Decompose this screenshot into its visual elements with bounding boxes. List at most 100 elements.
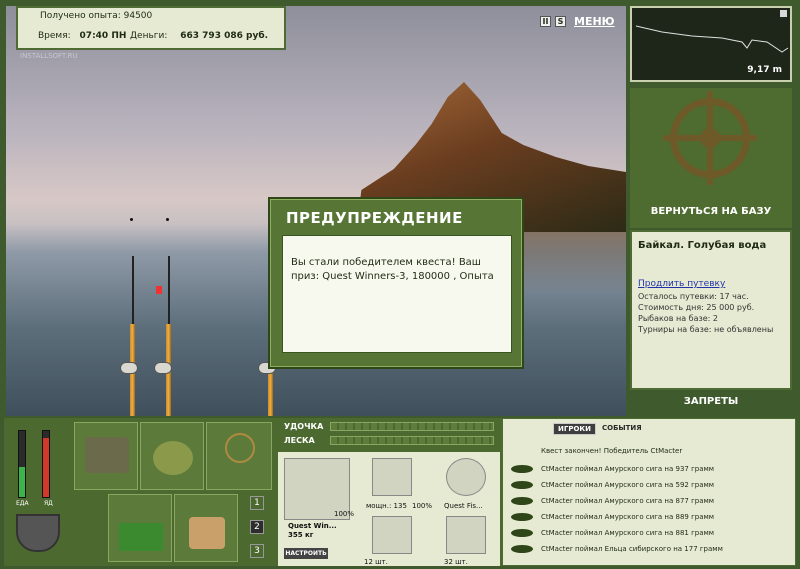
tackle-box-icon	[85, 437, 129, 473]
bucket-icon	[189, 517, 225, 549]
tournaments-status: Турниры на базе: не объявлены	[638, 325, 774, 334]
configure-button[interactable]: НАСТРОИТЬ	[284, 548, 328, 559]
time-row: Время: 07:40 ПН	[38, 31, 126, 41]
events-tabs: ИГРОКИ СОБЫТИЯ	[553, 423, 646, 435]
fish-icon	[511, 465, 533, 473]
return-to-base-button[interactable]: ВЕРНУТЬСЯ НА БАЗУ	[630, 206, 792, 217]
fish-icon	[511, 513, 533, 521]
quest-finished-message: Квест закончен! Победитель CtMacter	[541, 447, 683, 455]
slot-tab-3[interactable]: 3	[250, 544, 264, 558]
food-meter-fill	[19, 467, 25, 497]
location-info: Байкал. Голубая вода Продлить путевку Ос…	[630, 230, 792, 390]
feed-row: CtMacter поймал Амурского сига на 592 гр…	[507, 477, 793, 493]
rod-1-tip	[132, 256, 134, 326]
top-controls: II S МЕНЮ	[540, 15, 615, 28]
depth-graph: 9,17 m	[630, 6, 792, 82]
slot-tab-2[interactable]: 2	[250, 520, 264, 534]
line-name: Quest Fis...	[444, 502, 483, 510]
line-gauge-label: ЛЕСКА	[284, 436, 315, 445]
depth-value: 9,17 m	[747, 65, 782, 75]
pause-icon[interactable]: II	[540, 16, 551, 27]
right-panel: 9,17 m ВЕРНУТЬСЯ НА БАЗУ Байкал. Голубая…	[628, 6, 794, 416]
bag-icon	[153, 441, 193, 475]
food-meter	[18, 430, 26, 498]
reel-icon[interactable]	[372, 458, 412, 496]
feed-row: CtMacter поймал Амурского сига на 937 гр…	[507, 461, 793, 477]
feed-text: CtMacter поймал Амурского сига на 881 гр…	[541, 529, 715, 537]
experience-value: 94500	[123, 11, 153, 21]
rod-2-tip	[168, 256, 170, 326]
menu-button[interactable]: МЕНЮ	[574, 15, 615, 28]
food-label: ЕДА	[16, 500, 29, 507]
hook-icon[interactable]	[372, 516, 412, 554]
ship-wheel-icon	[663, 91, 757, 185]
reel-percent: 100%	[412, 502, 433, 510]
feed-row: CtMacter поймал Амурского сига на 889 гр…	[507, 509, 793, 525]
tackle-box-slot[interactable]	[74, 422, 138, 490]
float-1	[130, 218, 133, 221]
float-2	[166, 218, 169, 221]
hook-count: 12 шт.	[364, 558, 388, 566]
watermark: INSTALLSOFT.RU	[20, 52, 78, 60]
tab-players[interactable]: ИГРОКИ	[553, 423, 596, 435]
feed-row: CtMacter поймал Амурского сига на 881 гр…	[507, 525, 793, 541]
bite-indicator	[156, 286, 162, 294]
feed-row: CtMacter поймал Амурского сига на 877 гр…	[507, 493, 793, 509]
poison-label: ЯД	[44, 500, 53, 507]
money-value: 663 793 086 руб.	[180, 31, 269, 41]
feed-text: CtMacter поймал Амурского сига на 937 гр…	[541, 465, 715, 473]
extend-permit-link[interactable]: Продлить путевку	[638, 279, 784, 289]
tab-events[interactable]: СОБЫТИЯ	[598, 423, 646, 435]
bucket-slot[interactable]	[174, 494, 238, 562]
bait-bag-slot[interactable]	[140, 422, 204, 490]
tackle-panel: УДОЧКА ЛЕСКА Quest Win... 355 кг 100% НА…	[278, 418, 500, 566]
bait-count: 32 шт.	[444, 558, 468, 566]
feed-row: CtMacter поймал Ельца сибирского на 177 …	[507, 541, 793, 557]
feed-text: CtMacter поймал Ельца сибирского на 177 …	[541, 545, 723, 553]
permit-remaining: Осталось путевки: 17 час.	[638, 292, 749, 301]
rod-2-reel	[154, 362, 172, 374]
line-gauge	[330, 436, 494, 445]
fish-icon	[511, 481, 533, 489]
feed-text: CtMacter поймал Амурского сига на 877 гр…	[541, 497, 715, 505]
player-info-box: Получено опыта: 94500 Время: 07:40 ПН Де…	[16, 6, 286, 50]
landing-net-icon	[225, 433, 255, 463]
experience-row: Получено опыта: 94500	[40, 11, 152, 21]
rod-weight: 355 кг	[288, 531, 314, 539]
bait-icon[interactable]	[446, 516, 486, 554]
time-label: Время:	[38, 31, 71, 41]
time-value: 07:40 ПН	[79, 31, 127, 41]
fish-icon	[511, 497, 533, 505]
rod-percent: 100%	[334, 510, 355, 518]
landing-net-slot[interactable]	[206, 422, 272, 490]
cauldron-icon[interactable]	[16, 514, 60, 552]
fishers-count: Рыбаков на базе: 2	[638, 314, 718, 323]
poison-meter-fill	[43, 437, 49, 497]
food-basket-icon	[119, 523, 163, 551]
fishing-line-icon[interactable]	[446, 458, 486, 496]
food-basket-slot[interactable]	[108, 494, 172, 562]
rod-1-reel	[120, 362, 138, 374]
rod-gauge	[330, 422, 494, 431]
rod-name: Quest Win...	[288, 522, 337, 530]
dialog-message: Вы стали победителем квеста! Ваш приз: Q…	[282, 235, 512, 353]
money-row: Деньги: 663 793 086 руб.	[130, 31, 268, 41]
bottom-panel: ЕДА ЯД 1 2 3 УДОЧКА ЛЕСКА Quest Win... 3…	[4, 418, 796, 566]
fish-icon	[511, 529, 533, 537]
slot-tab-1[interactable]: 1	[250, 496, 264, 510]
dialog-title: ПРЕДУПРЕЖДЕНИЕ	[286, 209, 463, 227]
money-label: Деньги:	[130, 31, 168, 41]
experience-label: Получено опыта:	[40, 11, 121, 21]
catch-feed: CtMacter поймал Амурского сига на 937 гр…	[507, 461, 793, 557]
events-panel: ИГРОКИ СОБЫТИЯ Квест закончен! Победител…	[502, 418, 796, 566]
feed-text: CtMacter поймал Амурского сига на 889 гр…	[541, 513, 715, 521]
warning-dialog[interactable]: ПРЕДУПРЕЖДЕНИЕ Вы стали победителем квес…	[268, 197, 524, 369]
poison-meter	[42, 430, 50, 498]
day-cost: Стоимость дня: 25 000 руб.	[638, 303, 755, 312]
fish-icon	[511, 545, 533, 553]
sound-icon[interactable]: S	[555, 16, 566, 27]
bans-button[interactable]: ЗАПРЕТЫ	[630, 396, 792, 407]
return-to-base-box[interactable]: ВЕРНУТЬСЯ НА БАЗУ	[630, 88, 792, 228]
reel-power: мощн.: 135	[366, 502, 407, 510]
rod-gauge-label: УДОЧКА	[284, 422, 324, 431]
